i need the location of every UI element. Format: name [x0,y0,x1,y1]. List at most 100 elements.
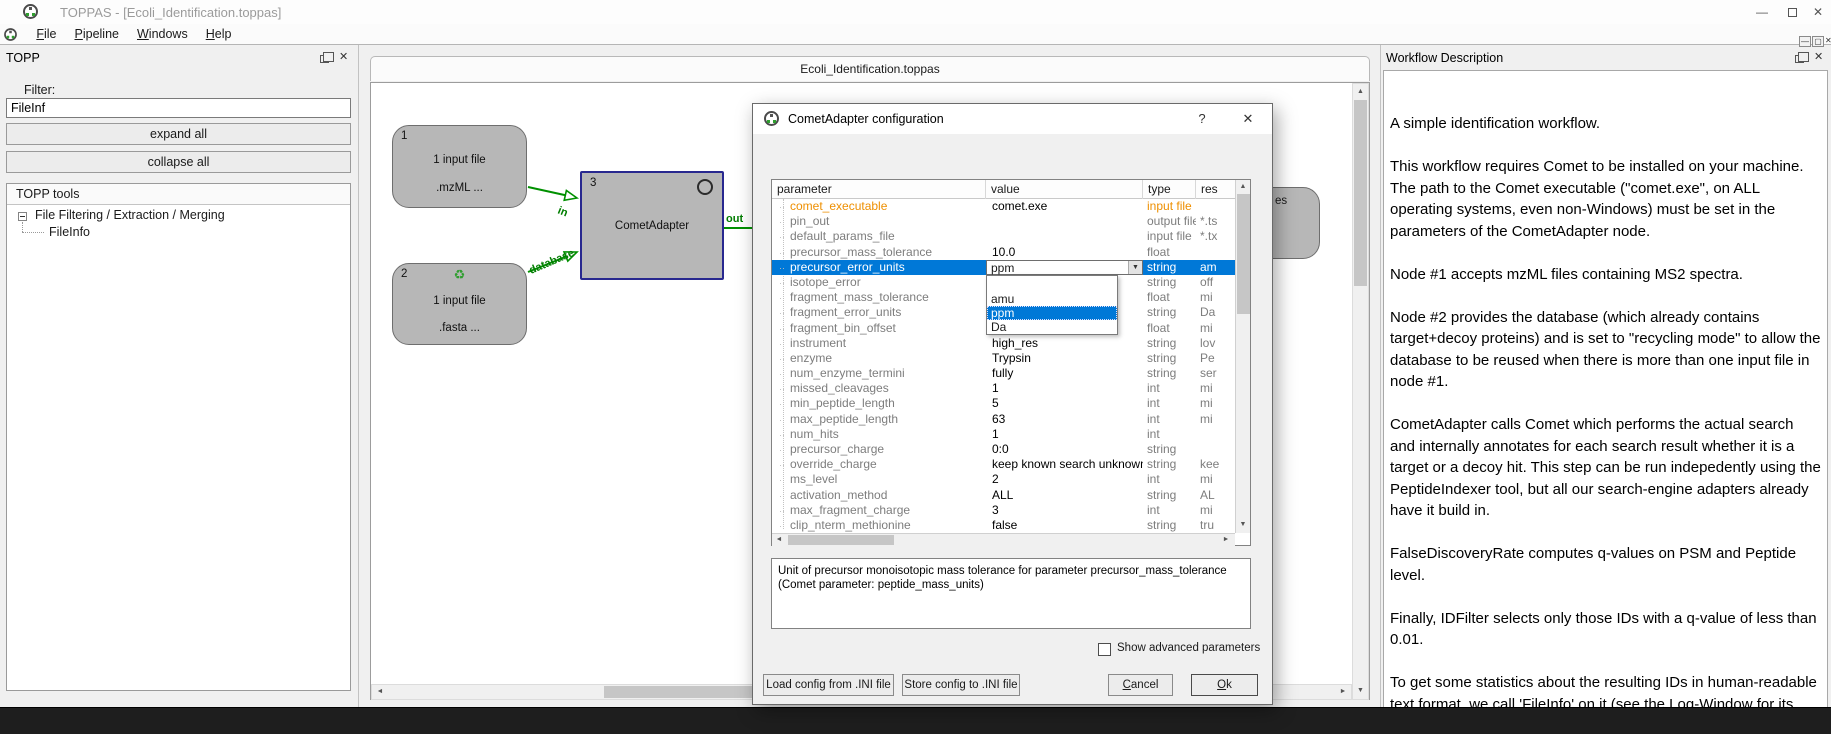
combo-option-amu[interactable]: amu [987,292,1117,306]
dialog-titlebar[interactable]: CometAdapter configuration ? ✕ [753,104,1272,134]
workflow-tab[interactable]: Ecoli_Identification.toppas [370,56,1370,81]
cell-type-num_hits: int [1143,427,1196,442]
table-vscrollbar[interactable]: ▲ ▼ [1235,180,1250,533]
cell-param-enzyme: enzyme [772,351,986,366]
store-config-button[interactable]: Store config to .INI file [902,674,1020,696]
param-row-clip_nterm_methionine[interactable]: clip_nterm_methioninefalsestringtru [772,518,1235,533]
advanced-params-checkbox[interactable] [1098,643,1111,656]
cell-param-min_peptide_length: min_peptide_length [772,396,986,411]
scroll-up-icon[interactable]: ▲ [1353,88,1368,95]
table-scroll-up-icon[interactable]: ▲ [1236,183,1250,190]
dock-close-icon[interactable]: ✕ [339,50,348,64]
node-1-line2: .mzML ... [393,182,526,194]
param-row-num_hits[interactable]: num_hits1int [772,427,1235,442]
table-scroll-down-icon[interactable]: ▼ [1236,521,1250,528]
param-row-override_charge[interactable]: override_chargekeep known search unknown… [772,457,1235,472]
cell-type-comet_executable: input file [1143,199,1196,214]
cell-res-num_hits [1196,427,1235,442]
cell-type-fragment_bin_offset: float [1143,321,1196,336]
param-row-activation_method[interactable]: activation_methodALLstringAL [772,488,1235,503]
combo-option-Da[interactable]: Da [987,320,1117,334]
param-row-precursor_charge[interactable]: precursor_charge0:0string [772,442,1235,457]
cancel-button[interactable]: Cancel [1108,674,1173,696]
cell-res-isotope_error: off [1196,275,1235,290]
cell-type-precursor_error_units: string [1143,260,1196,275]
canvas-vscrollbar[interactable]: ▲ ▼ [1352,83,1369,700]
ok-button[interactable]: Ok [1191,674,1258,696]
filter-input[interactable] [6,98,351,118]
table-hscrollbar[interactable]: ◄ ► [772,533,1235,546]
param-row-precursor_mass_tolerance[interactable]: precursor_mass_tolerance10.0float [772,245,1235,260]
column-header-parameter[interactable]: parameter [772,180,986,199]
node-1-line1: 1 input file [393,154,526,166]
combo-option-ppm[interactable]: ppm [987,306,1117,320]
cell-type-clip_nterm_methionine: string [1143,518,1196,533]
combo-option-blank[interactable] [987,276,1117,292]
parameter-table-header: parameter value type res [772,180,1250,199]
cell-type-max_fragment_charge: int [1143,503,1196,518]
precursor-error-units-combo[interactable]: ppm ▼ [986,260,1143,276]
param-row-min_peptide_length[interactable]: min_peptide_length5intmi [772,396,1235,411]
cell-value-ms_level: 2 [986,472,1143,487]
cell-type-default_params_file: input file [1143,229,1196,244]
cell-value-instrument: high_res [986,336,1143,351]
close-button[interactable]: ✕ [1803,0,1831,24]
combo-dropdown-icon[interactable]: ▼ [1128,261,1142,275]
column-header-value[interactable]: value [986,180,1143,199]
canvas-vscroll-thumb[interactable] [1354,100,1367,286]
desc-dock-float-icon[interactable] [1795,55,1804,63]
tree-collapse-box[interactable] [18,212,27,221]
table-scroll-right-icon[interactable]: ► [1221,536,1231,543]
cell-param-max_peptide_length: max_peptide_length [772,412,986,427]
expand-all-button[interactable]: expand all [6,123,351,145]
param-row-max_peptide_length[interactable]: max_peptide_length63intmi [772,412,1235,427]
scroll-down-icon[interactable]: ▼ [1353,687,1368,694]
edge-label-in: in [556,205,570,220]
menu-item-windows[interactable]: Windows [128,24,197,44]
scroll-right-icon[interactable]: ► [1337,688,1349,695]
description-paragraph: Node #1 accepts mzML files containing MS… [1390,264,1821,286]
param-row-pin_out[interactable]: pin_outoutput file*.ts [772,214,1235,229]
node-3-number: 3 [590,177,596,189]
description-paragraph: FalseDiscoveryRate computes q-values on … [1390,543,1821,586]
param-row-ms_level[interactable]: ms_level2intmi [772,472,1235,487]
dialog-help-button[interactable]: ? [1185,104,1219,134]
description-text-area[interactable]: A simple identification workflow.This wo… [1383,70,1828,708]
param-row-max_fragment_charge[interactable]: max_fragment_charge3intmi [772,503,1235,518]
menu-item-file[interactable]: File [27,24,65,44]
cell-param-fragment_mass_tolerance: fragment_mass_tolerance [772,290,986,305]
column-header-res[interactable]: res [1196,180,1235,199]
description-paragraph: To get some statistics about the resulti… [1390,672,1821,708]
node-1-input-mzml[interactable]: 1 1 input file .mzML ... [392,125,527,208]
node-3-cometadapter[interactable]: 3 CometAdapter [580,171,724,280]
param-row-instrument[interactable]: instrumenthigh_resstringlov [772,336,1235,351]
table-hscroll-thumb[interactable] [788,535,894,545]
param-row-comet_executable[interactable]: comet_executablecomet.exeinput file [772,199,1235,214]
cell-value-precursor_charge: 0:0 [986,442,1143,457]
column-header-type[interactable]: type [1143,180,1196,199]
table-vscroll-thumb[interactable] [1237,194,1250,314]
cell-value-activation_method: ALL [986,488,1143,503]
desc-dock-close-icon[interactable]: ✕ [1814,50,1823,64]
node-2-input-fasta[interactable]: 2 ♻ 1 input file .fasta ... [392,263,527,345]
param-row-missed_cleavages[interactable]: missed_cleavages1intmi [772,381,1235,396]
param-row-num_enzyme_termini[interactable]: num_enzyme_terminifullystringser [772,366,1235,381]
scroll-left-icon[interactable]: ◄ [374,688,386,695]
cell-value-precursor_mass_tolerance: 10.0 [986,245,1143,260]
dock-float-icon[interactable] [320,55,329,63]
cell-type-num_enzyme_termini: string [1143,366,1196,381]
cell-value-min_peptide_length: 5 [986,396,1143,411]
param-row-default_params_file[interactable]: default_params_fileinput file*.tx [772,229,1235,244]
menu-bar: FilePipelineWindowsHelp [0,24,1831,45]
tree-tool-fileinfo[interactable]: FileInfo [49,225,90,239]
menu-item-help[interactable]: Help [197,24,241,44]
description-paragraph: Finally, IDFilter selects only those IDs… [1390,608,1821,651]
param-row-enzyme[interactable]: enzymeTrypsinstringPe [772,351,1235,366]
dialog-close-button[interactable]: ✕ [1231,104,1265,134]
tree-category-label[interactable]: File Filtering / Extraction / Merging [35,208,225,222]
minimize-button[interactable]: — [1747,0,1777,24]
menu-item-pipeline[interactable]: Pipeline [66,24,128,44]
collapse-all-button[interactable]: collapse all [6,151,351,173]
load-config-button[interactable]: Load config from .INI file [763,674,894,696]
table-scroll-left-icon[interactable]: ◄ [774,536,784,543]
